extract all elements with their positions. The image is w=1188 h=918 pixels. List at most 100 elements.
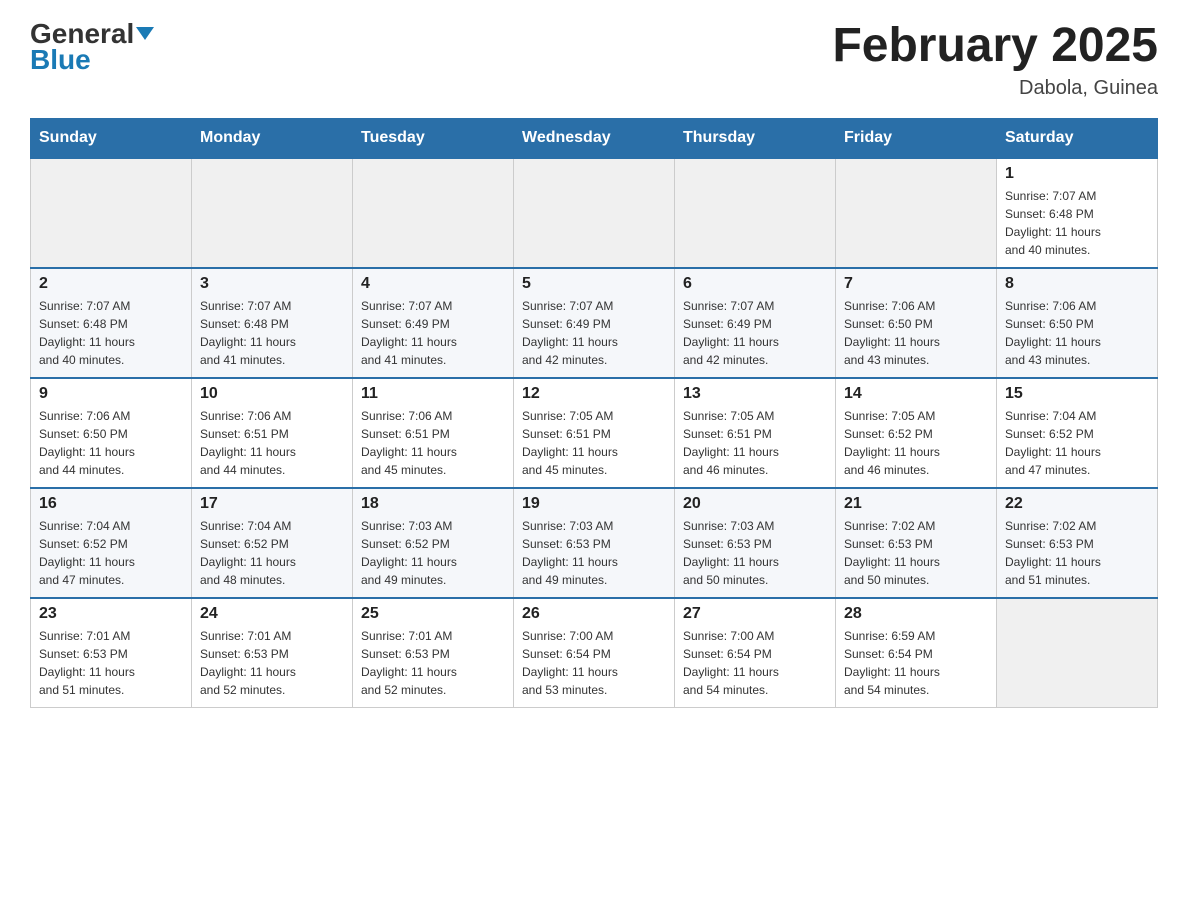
day-number: 17: [200, 495, 344, 513]
week-row-2: 2 Sunrise: 7:07 AMSunset: 6:48 PMDaylight…: [31, 268, 1158, 378]
calendar-cell: 1 Sunrise: 7:07 AMSunset: 6:48 PMDaylight…: [997, 158, 1158, 268]
calendar-cell: [514, 158, 675, 268]
day-info: Sunrise: 7:00 AMSunset: 6:54 PMDaylight:…: [683, 627, 827, 699]
day-info: Sunrise: 7:02 AMSunset: 6:53 PMDaylight:…: [844, 517, 988, 589]
day-number: 10: [200, 385, 344, 403]
calendar-cell: 9 Sunrise: 7:06 AMSunset: 6:50 PMDaylight…: [31, 378, 192, 488]
day-number: 5: [522, 275, 666, 293]
day-number: 7: [844, 275, 988, 293]
day-number: 3: [200, 275, 344, 293]
day-header-monday: Monday: [192, 118, 353, 158]
week-row-5: 23 Sunrise: 7:01 AMSunset: 6:53 PMDayligh…: [31, 598, 1158, 708]
title-area: February 2025 Dabola, Guinea: [832, 20, 1158, 100]
calendar-cell: 28 Sunrise: 6:59 AMSunset: 6:54 PMDayligh…: [836, 598, 997, 708]
day-info: Sunrise: 7:01 AMSunset: 6:53 PMDaylight:…: [39, 627, 183, 699]
day-info: Sunrise: 7:05 AMSunset: 6:51 PMDaylight:…: [522, 407, 666, 479]
location: Dabola, Guinea: [832, 77, 1158, 100]
calendar-cell: 24Sunrise: 7:01 AMSunset: 6:53 PMDayligh…: [192, 598, 353, 708]
calendar-cell: 11Sunrise: 7:06 AMSunset: 6:51 PMDayligh…: [353, 378, 514, 488]
day-info: Sunrise: 6:59 AMSunset: 6:54 PMDaylight:…: [844, 627, 988, 699]
day-header-tuesday: Tuesday: [353, 118, 514, 158]
calendar-cell: [675, 158, 836, 268]
page-header: General Blue February 2025 Dabola, Guine…: [30, 20, 1158, 100]
day-info: Sunrise: 7:06 AMSunset: 6:50 PMDaylight:…: [844, 297, 988, 369]
day-number: 21: [844, 495, 988, 513]
calendar-cell: 26Sunrise: 7:00 AMSunset: 6:54 PMDayligh…: [514, 598, 675, 708]
day-number: 15: [1005, 385, 1149, 403]
calendar-cell: 5 Sunrise: 7:07 AMSunset: 6:49 PMDaylight…: [514, 268, 675, 378]
day-number: 12: [522, 385, 666, 403]
calendar-header-row: SundayMondayTuesdayWednesdayThursdayFrid…: [31, 118, 1158, 158]
calendar-cell: 27 Sunrise: 7:00 AMSunset: 6:54 PMDayligh…: [675, 598, 836, 708]
day-number: 24: [200, 605, 344, 623]
day-number: 13: [683, 385, 827, 403]
calendar-cell: 6 Sunrise: 7:07 AMSunset: 6:49 PMDaylight…: [675, 268, 836, 378]
day-number: 14: [844, 385, 988, 403]
calendar-cell: [836, 158, 997, 268]
day-number: 16: [39, 495, 183, 513]
calendar-cell: [997, 598, 1158, 708]
day-info: Sunrise: 7:06 AMSunset: 6:51 PMDaylight:…: [361, 407, 505, 479]
calendar-cell: 2 Sunrise: 7:07 AMSunset: 6:48 PMDaylight…: [31, 268, 192, 378]
day-info: Sunrise: 7:07 AMSunset: 6:48 PMDaylight:…: [200, 297, 344, 369]
week-row-3: 9 Sunrise: 7:06 AMSunset: 6:50 PMDaylight…: [31, 378, 1158, 488]
day-number: 1: [1005, 165, 1149, 183]
day-header-sunday: Sunday: [31, 118, 192, 158]
day-header-thursday: Thursday: [675, 118, 836, 158]
day-info: Sunrise: 7:07 AMSunset: 6:49 PMDaylight:…: [361, 297, 505, 369]
calendar-cell: 7 Sunrise: 7:06 AMSunset: 6:50 PMDaylight…: [836, 268, 997, 378]
calendar-cell: 12 Sunrise: 7:05 AMSunset: 6:51 PMDayligh…: [514, 378, 675, 488]
day-info: Sunrise: 7:03 AMSunset: 6:53 PMDaylight:…: [683, 517, 827, 589]
calendar-cell: 22 Sunrise: 7:02 AMSunset: 6:53 PMDayligh…: [997, 488, 1158, 598]
day-number: 22: [1005, 495, 1149, 513]
calendar-cell: 3 Sunrise: 7:07 AMSunset: 6:48 PMDaylight…: [192, 268, 353, 378]
day-info: Sunrise: 7:00 AMSunset: 6:54 PMDaylight:…: [522, 627, 666, 699]
day-number: 27: [683, 605, 827, 623]
calendar-cell: [192, 158, 353, 268]
day-info: Sunrise: 7:05 AMSunset: 6:51 PMDaylight:…: [683, 407, 827, 479]
day-info: Sunrise: 7:06 AMSunset: 6:50 PMDaylight:…: [1005, 297, 1149, 369]
day-info: Sunrise: 7:05 AMSunset: 6:52 PMDaylight:…: [844, 407, 988, 479]
day-info: Sunrise: 7:03 AMSunset: 6:52 PMDaylight:…: [361, 517, 505, 589]
day-number: 20: [683, 495, 827, 513]
calendar-cell: 19Sunrise: 7:03 AMSunset: 6:53 PMDayligh…: [514, 488, 675, 598]
day-number: 23: [39, 605, 183, 623]
calendar-cell: 15 Sunrise: 7:04 AMSunset: 6:52 PMDayligh…: [997, 378, 1158, 488]
calendar-cell: 21 Sunrise: 7:02 AMSunset: 6:53 PMDayligh…: [836, 488, 997, 598]
week-row-1: 1 Sunrise: 7:07 AMSunset: 6:48 PMDaylight…: [31, 158, 1158, 268]
day-header-friday: Friday: [836, 118, 997, 158]
day-number: 25: [361, 605, 505, 623]
month-title: February 2025: [832, 20, 1158, 73]
day-info: Sunrise: 7:04 AMSunset: 6:52 PMDaylight:…: [1005, 407, 1149, 479]
week-row-4: 16Sunrise: 7:04 AMSunset: 6:52 PMDayligh…: [31, 488, 1158, 598]
day-number: 19: [522, 495, 666, 513]
logo: General Blue: [30, 20, 154, 76]
day-info: Sunrise: 7:06 AMSunset: 6:51 PMDaylight:…: [200, 407, 344, 479]
calendar-cell: 25 Sunrise: 7:01 AMSunset: 6:53 PMDayligh…: [353, 598, 514, 708]
calendar-cell: [31, 158, 192, 268]
day-number: 18: [361, 495, 505, 513]
calendar-cell: [353, 158, 514, 268]
calendar-table: SundayMondayTuesdayWednesdayThursdayFrid…: [30, 118, 1158, 709]
day-number: 2: [39, 275, 183, 293]
calendar-cell: 23 Sunrise: 7:01 AMSunset: 6:53 PMDayligh…: [31, 598, 192, 708]
day-info: Sunrise: 7:02 AMSunset: 6:53 PMDaylight:…: [1005, 517, 1149, 589]
day-info: Sunrise: 7:01 AMSunset: 6:53 PMDaylight:…: [361, 627, 505, 699]
day-info: Sunrise: 7:07 AMSunset: 6:48 PMDaylight:…: [1005, 187, 1149, 259]
calendar-cell: 13 Sunrise: 7:05 AMSunset: 6:51 PMDayligh…: [675, 378, 836, 488]
day-info: Sunrise: 7:07 AMSunset: 6:49 PMDaylight:…: [683, 297, 827, 369]
day-number: 28: [844, 605, 988, 623]
calendar-cell: 16Sunrise: 7:04 AMSunset: 6:52 PMDayligh…: [31, 488, 192, 598]
calendar-cell: 18 Sunrise: 7:03 AMSunset: 6:52 PMDayligh…: [353, 488, 514, 598]
calendar-cell: 17Sunrise: 7:04 AMSunset: 6:52 PMDayligh…: [192, 488, 353, 598]
logo-blue: Blue: [30, 44, 91, 76]
day-header-saturday: Saturday: [997, 118, 1158, 158]
day-info: Sunrise: 7:07 AMSunset: 6:48 PMDaylight:…: [39, 297, 183, 369]
calendar-cell: 8Sunrise: 7:06 AMSunset: 6:50 PMDaylight…: [997, 268, 1158, 378]
calendar-cell: 10 Sunrise: 7:06 AMSunset: 6:51 PMDayligh…: [192, 378, 353, 488]
day-info: Sunrise: 7:06 AMSunset: 6:50 PMDaylight:…: [39, 407, 183, 479]
day-number: 9: [39, 385, 183, 403]
day-number: 6: [683, 275, 827, 293]
day-number: 4: [361, 275, 505, 293]
day-info: Sunrise: 7:07 AMSunset: 6:49 PMDaylight:…: [522, 297, 666, 369]
